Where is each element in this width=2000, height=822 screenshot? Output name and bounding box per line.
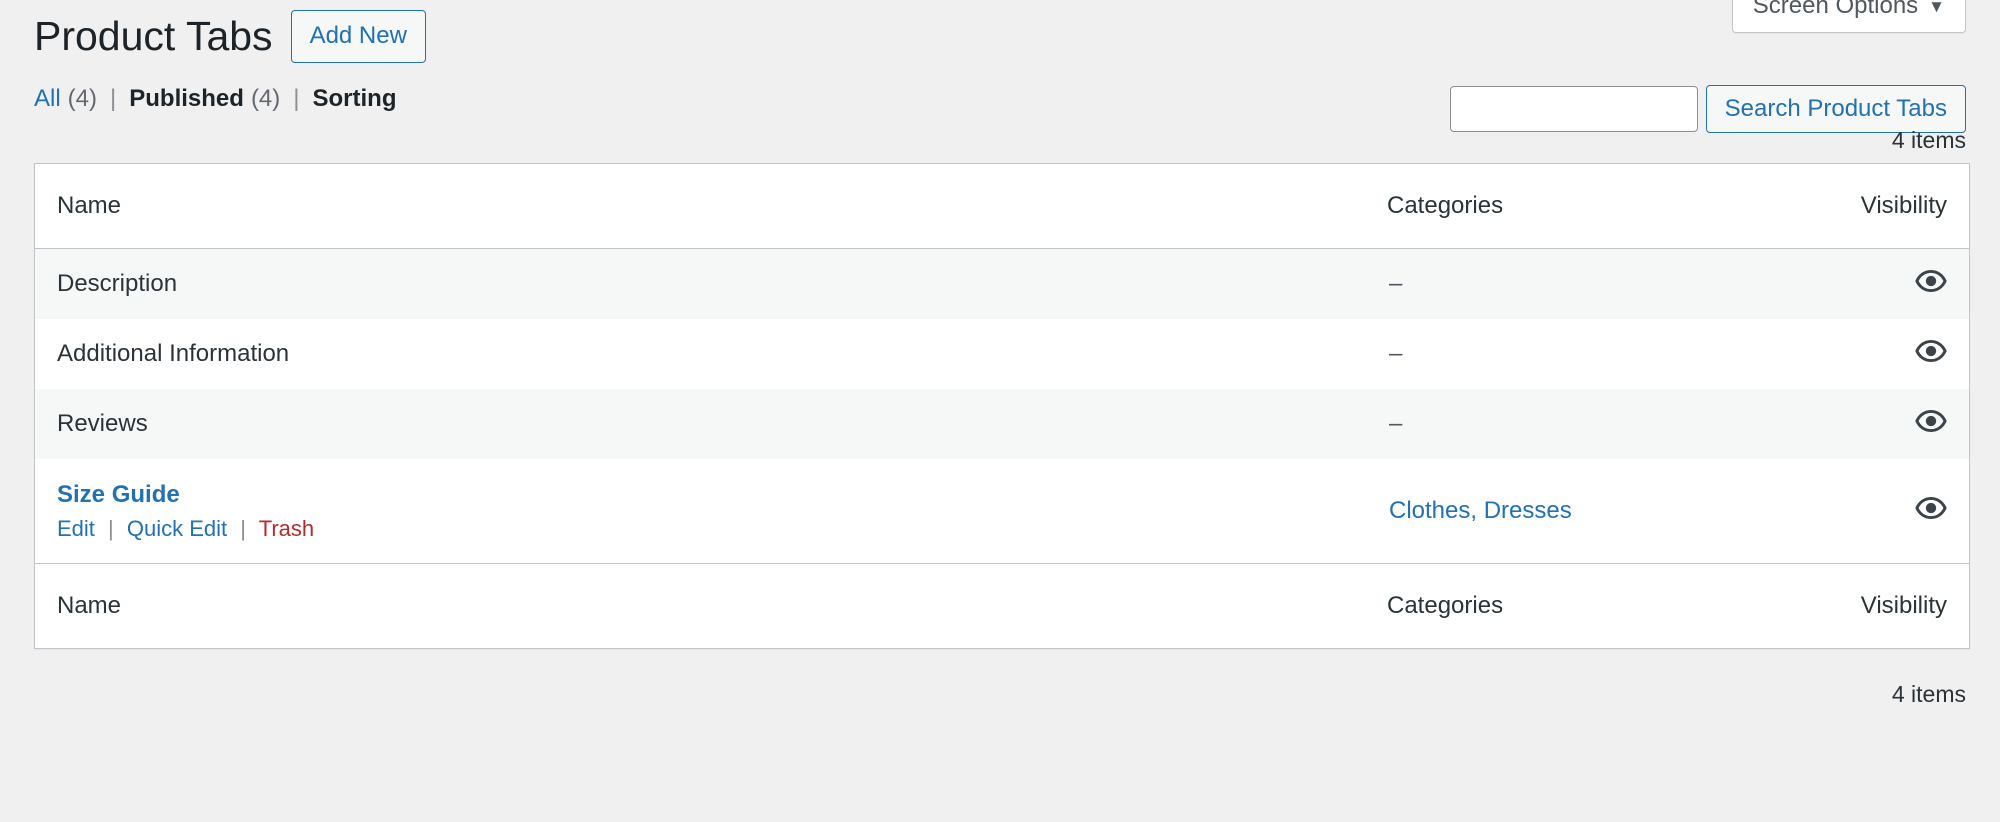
table-footer-row: Name Categories Visibility [35,563,1969,648]
cell-categories: – [1387,319,1847,389]
table-foot: Name Categories Visibility [35,563,1969,648]
column-header-name[interactable]: Name [35,164,1387,249]
cell-visibility [1847,389,1969,459]
cell-categories: – [1387,249,1847,319]
cell-visibility [1847,459,1969,563]
categories-empty-dash: – [1389,410,1402,437]
status-link-sorting-item: Sorting [313,85,397,113]
table-row: Reviews – [35,389,1969,459]
row-action-edit[interactable]: Edit [57,516,95,541]
screen-meta-links: Screen Options ▼ [1732,0,1966,33]
chevron-down-icon: ▼ [1928,0,1945,15]
row-title-link[interactable]: Size Guide [57,481,180,509]
product-tabs-table: Name Categories Visibility Description – [34,163,1970,649]
eye-icon [1915,340,1947,362]
status-link-published-item: Published (4) | [129,85,312,113]
visibility-toggle[interactable] [1847,270,1947,292]
row-title: Additional Information [57,340,289,367]
cell-name: Description [35,249,1387,319]
status-count-all: (4) [68,85,97,113]
status-separator-2: | [293,85,299,113]
cell-categories: Clothes, Dresses [1387,459,1847,563]
screen-options-label: Screen Options [1753,0,1918,20]
column-header-categories[interactable]: Categories [1387,164,1847,249]
table-row: Size Guide Edit | Quick Edit | Trash Clo… [35,459,1969,563]
visibility-toggle[interactable] [1847,340,1947,362]
categories-empty-dash: – [1389,270,1402,297]
row-actions: Edit | Quick Edit | Trash [57,516,1387,542]
status-link-all-item: All (4) | [34,85,129,113]
category-link[interactable]: Clothes, Dresses [1389,497,1572,524]
row-title: Reviews [57,410,148,437]
status-link-published[interactable]: Published [129,85,244,113]
status-link-all[interactable]: All [34,85,61,113]
row-title: Description [57,270,177,297]
table-header-row: Name Categories Visibility [35,164,1969,249]
column-footer-name[interactable]: Name [35,563,1387,648]
visibility-toggle[interactable] [1847,497,1947,519]
table-row: Additional Information – [35,319,1969,389]
cell-visibility [1847,249,1969,319]
row-action-separator-1: | [108,516,114,541]
status-link-sorting[interactable]: Sorting [313,85,397,113]
cell-visibility [1847,319,1969,389]
displaying-num-bottom: 4 items [1892,681,1966,708]
cell-name: Additional Information [35,319,1387,389]
table-row: Description – [35,249,1969,319]
eye-icon [1915,410,1947,432]
tablenav-bottom: 4 items [34,675,1966,717]
page-title: Product Tabs [34,13,273,60]
visibility-toggle[interactable] [1847,410,1947,432]
screen-options-button[interactable]: Screen Options ▼ [1733,0,1965,32]
displaying-num-top: 4 items [1892,127,1966,154]
tablenav-top: 4 items [34,121,1966,163]
status-count-published: (4) [251,85,280,113]
row-action-trash[interactable]: Trash [259,516,314,541]
categories-empty-dash: – [1389,340,1402,367]
page-heading-row: Product Tabs Add New [34,0,1966,63]
table-head: Name Categories Visibility [35,164,1969,249]
eye-icon [1915,497,1947,519]
add-new-button[interactable]: Add New [291,10,426,63]
page-wrap: Product Tabs Add New All (4) | Published… [0,0,2000,717]
column-header-visibility[interactable]: Visibility [1847,164,1969,249]
cell-name: Reviews [35,389,1387,459]
cell-name: Size Guide Edit | Quick Edit | Trash [35,459,1387,563]
cell-categories: – [1387,389,1847,459]
column-footer-visibility[interactable]: Visibility [1847,563,1969,648]
status-separator-1: | [110,85,116,113]
eye-icon [1915,270,1947,292]
row-action-separator-2: | [240,516,246,541]
table-body: Description – Additional Informat [35,249,1969,563]
column-footer-categories[interactable]: Categories [1387,563,1847,648]
row-action-quick-edit[interactable]: Quick Edit [127,516,227,541]
